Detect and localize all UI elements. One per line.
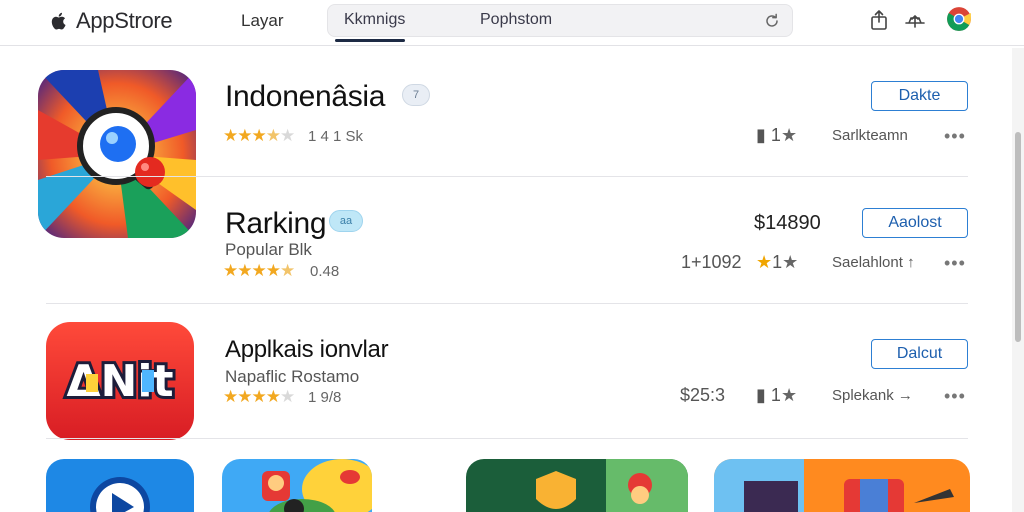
brand[interactable]: AppStrore [48, 8, 173, 34]
price: $14890 [754, 212, 821, 234]
app-icon-indonenasia[interactable] [38, 70, 196, 238]
seller-name[interactable]: Splekank → [832, 387, 913, 404]
rating-count: 1 9/8 [308, 389, 342, 406]
apple-logo-icon [51, 12, 66, 30]
cartoon-game-icon [222, 459, 372, 512]
nav-layar[interactable]: Layar [241, 11, 284, 31]
seller-label: Saelahlont [832, 254, 903, 271]
separator-mark: . [398, 500, 404, 512]
meta-left: $25:3 [680, 385, 726, 405]
meta-rank: ▮ 1★ [756, 125, 798, 145]
app-title[interactable]: Applkais ionvlar [225, 336, 389, 364]
app-icon-applkais[interactable]: ΔΝit ΔΝit [46, 322, 194, 440]
app-subtitle: Napaflic Rostamo [225, 367, 360, 386]
brand-name: AppStrore [76, 8, 173, 33]
tab-underline [335, 39, 405, 42]
search-text[interactable]: Pophstom [480, 11, 552, 29]
tab-active[interactable]: Kkmnigs [344, 11, 405, 29]
building-icon [714, 459, 970, 512]
get-button[interactable]: Dalcut [871, 339, 968, 369]
seller-name[interactable]: Sarlkteamn [832, 127, 908, 144]
seller-name[interactable]: Saelahlont ↑ [832, 254, 915, 271]
row-divider [46, 176, 968, 177]
meta-rank: ▮ 1★ [756, 385, 798, 405]
colorful-magnifier-icon [38, 70, 196, 238]
app-subtitle: Popular Blk [225, 240, 312, 259]
top-bar: AppStrore Layar Kkmnigs Pophstom [0, 0, 1024, 46]
phone-icon: ▮ [756, 385, 766, 405]
tile-shield-app[interactable] [466, 459, 688, 512]
meta-rank: ★1★ [756, 252, 799, 272]
more-icon[interactable]: ••• [944, 253, 966, 274]
rating-stars: ★★★★★ [223, 261, 295, 280]
more-icon[interactable]: ••• [944, 126, 966, 147]
rating-count: 0.48 [310, 263, 340, 280]
address-bar[interactable]: Kkmnigs Pophstom [327, 4, 793, 37]
share-icon[interactable] [867, 8, 891, 32]
tile-video-app[interactable] [46, 459, 194, 512]
rank-value: 1 [770, 385, 781, 405]
tile-adventure-game[interactable] [222, 459, 372, 512]
seller-label: Splekank [832, 387, 894, 404]
rating-count: 1 4 1 Sk [308, 128, 364, 145]
svg-text:ΔΝit: ΔΝit [67, 356, 174, 407]
rating-stars: ★★★★★ [223, 126, 295, 145]
row-divider [46, 438, 968, 439]
more-icon[interactable]: ••• [944, 386, 966, 407]
get-button[interactable]: Dakte [871, 81, 968, 111]
scrollbar-thumb[interactable] [1015, 132, 1021, 342]
letters-app-icon: ΔΝit ΔΝit [46, 322, 194, 440]
reload-icon[interactable] [762, 11, 782, 31]
play-icon [46, 459, 194, 512]
chrome-icon[interactable] [946, 6, 972, 32]
get-button[interactable]: Aaolost [862, 208, 968, 238]
seller-arrow: ↑ [907, 254, 915, 271]
row-divider [46, 303, 968, 304]
shield-icon [466, 459, 688, 512]
seller-arrow: → [897, 387, 913, 404]
upload-icon[interactable] [903, 8, 927, 32]
app-title[interactable]: Indonenâsia [225, 80, 385, 114]
rank-value: 1 [770, 125, 781, 145]
rating-stars: ★★★★★ [223, 387, 295, 406]
age-badge: 7 [402, 84, 430, 106]
meta-left: 1+1092 [681, 252, 742, 272]
app-title[interactable]: Rarking [225, 207, 327, 241]
rank-value: 1 [772, 252, 783, 272]
category-badge: aa [329, 210, 363, 232]
scrollbar[interactable] [1012, 48, 1024, 512]
tile-city-app[interactable] [714, 459, 970, 512]
phone-icon: ▮ [756, 125, 766, 145]
